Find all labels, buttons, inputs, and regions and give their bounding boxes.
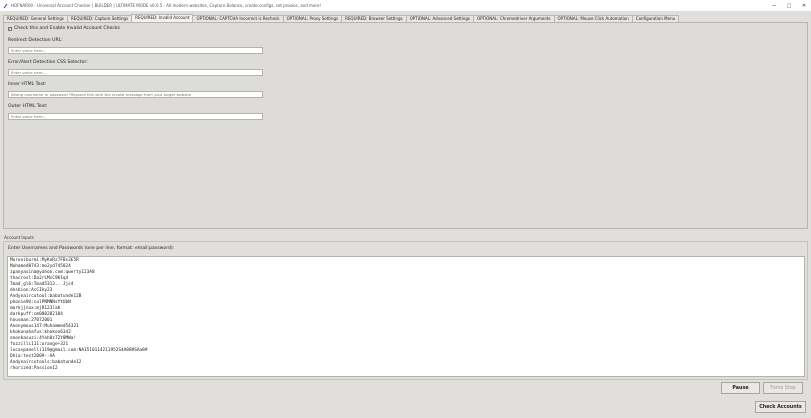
tab-capture-settings[interactable]: REQUIRED: Capture Settings — [67, 15, 133, 22]
credentials-textarea[interactable]: Moreniburmi:MyKnRz7FBs3E5R Muhamed8743:m… — [7, 256, 805, 377]
redirect-url-input[interactable] — [8, 47, 263, 54]
inner-html-label: Inner HTML Text: — [8, 82, 47, 87]
outer-html-label: Outer HTML Text: — [8, 104, 48, 109]
force-stop-button[interactable]: Force Stop — [763, 382, 803, 394]
minimize-icon[interactable]: — — [766, 0, 782, 11]
check-accounts-button[interactable]: Check Accounts — [755, 401, 806, 413]
tab-chromedriver-arguments[interactable]: OPTIONAL: Chromedriver Arguments — [472, 15, 555, 22]
title-bar: HOFNAR00 - Universal Account Checker | B… — [0, 0, 811, 11]
tab-bar: REQUIRED: General Settings REQUIRED: Cap… — [3, 14, 680, 22]
enable-invalid-checks-row[interactable]: ✓ Check this and Enable Invalid Account … — [8, 26, 120, 31]
redirect-url-label: Redirect Detection URL: — [8, 38, 63, 43]
credentials-label: Enter Usernames and Passwords (one per l… — [8, 246, 175, 251]
app-icon — [3, 3, 8, 8]
window-title: HOFNAR00 - Universal Account Checker | B… — [11, 3, 322, 8]
tab-captcha-recheck[interactable]: OPTIONAL: CAPTCHA Incorrect is Recheck — [192, 15, 284, 22]
close-icon[interactable]: ✕ — [796, 0, 811, 11]
tab-browser-settings[interactable]: REQUIRED: Browser Settings — [341, 15, 407, 22]
maximize-icon[interactable]: □ — [781, 0, 797, 11]
css-selector-label: Error/Alert Detection CSS Selector: — [8, 60, 88, 65]
inner-html-input[interactable] — [8, 91, 263, 98]
tab-proxy-settings[interactable]: OPTIONAL: Proxy Settings — [282, 15, 343, 22]
enable-invalid-checkbox[interactable]: ✓ — [8, 26, 12, 31]
account-inputs-frame: Enter Usernames and Passwords (one per l… — [3, 241, 808, 380]
tab-invalid-account[interactable]: REQUIRED: Invalid Account — [131, 14, 194, 22]
tab-mouse-click-automation[interactable]: OPTIONAL: Mouse Click Automation — [553, 15, 633, 22]
outer-html-input[interactable] — [8, 113, 263, 120]
account-inputs-section-label: Account Inputs — [4, 235, 34, 240]
invalid-account-panel: ✓ Check this and Enable Invalid Account … — [3, 22, 808, 229]
enable-invalid-label: Check this and Enable Invalid Account Ch… — [14, 26, 120, 31]
tab-configuration-menu[interactable]: Configuration Menu — [631, 15, 680, 22]
credential-line: rhorized:Passion12 — [10, 366, 58, 371]
tab-general-settings[interactable]: REQUIRED: General Settings — [3, 15, 69, 22]
css-selector-input[interactable] — [8, 69, 263, 76]
tab-advanced-settings[interactable]: OPTIONAL: Advanced Settings — [405, 15, 474, 22]
pause-button[interactable]: Pause — [721, 382, 760, 394]
